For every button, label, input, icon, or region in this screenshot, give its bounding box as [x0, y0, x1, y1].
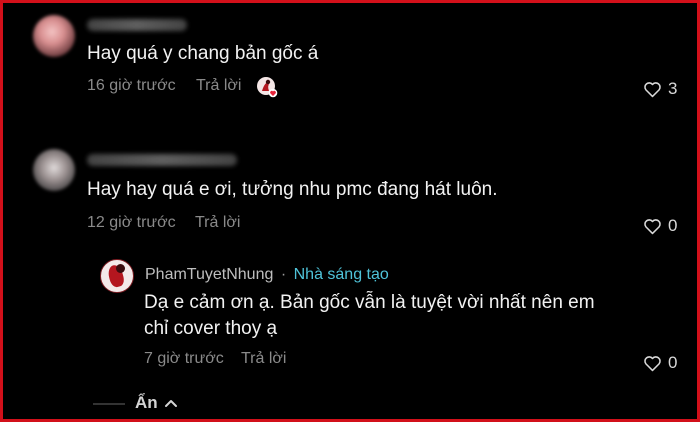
- collapse-label: Ẩn: [135, 393, 158, 412]
- comment-timestamp: 16 giờ trước: [87, 77, 176, 94]
- like-button[interactable]: 0: [643, 353, 677, 373]
- comment-timestamp: 12 giờ trước: [87, 214, 176, 231]
- like-button[interactable]: 0: [643, 216, 677, 236]
- chevron-up-icon: [164, 400, 177, 407]
- reply-author-name[interactable]: PhamTuyetNhung: [145, 266, 273, 283]
- reply-text-line-1: Dạ e cảm ơn ạ. Bản gốc vẫn là tuyệt vời …: [144, 292, 595, 313]
- avatar[interactable]: [33, 149, 75, 191]
- heart-outline-icon: [644, 81, 661, 97]
- divider: [93, 403, 125, 405]
- creator-label: Nhà sáng tạo: [293, 266, 389, 283]
- like-count: 0: [668, 353, 678, 372]
- heart-outline-icon: [644, 355, 661, 371]
- username-blurred[interactable]: [87, 19, 187, 31]
- reply-button[interactable]: Trả lời: [196, 77, 241, 95]
- collapse-replies-button[interactable]: Ẩn: [135, 393, 178, 413]
- creator-liked-badge-icon: [257, 77, 278, 98]
- reply-text-line-2: chỉ cover thoy ạ: [144, 318, 278, 339]
- avatar[interactable]: [33, 15, 75, 57]
- reply-author-line: PhamTuyetNhung · Nhà sáng tạo: [145, 266, 389, 284]
- like-count: 3: [668, 79, 678, 98]
- comment-text: Hay hay quá e ơi, tưởng nhu pmc đang hát…: [87, 179, 498, 200]
- comments-panel: Hay quá y chang bản gốc á 16 giờ trước T…: [0, 0, 700, 422]
- like-button[interactable]: 3: [643, 79, 677, 99]
- heart-outline-icon: [644, 218, 661, 234]
- comment-text: Hay quá y chang bản gốc á: [87, 43, 319, 64]
- username-blurred[interactable]: [87, 154, 237, 166]
- creator-avatar[interactable]: [100, 259, 134, 293]
- separator-dot: ·: [280, 266, 287, 283]
- reply-button[interactable]: Trả lời: [195, 214, 240, 232]
- like-count: 0: [668, 216, 678, 235]
- reply-button[interactable]: Trả lời: [241, 350, 286, 368]
- reply-timestamp: 7 giờ trước: [144, 350, 224, 367]
